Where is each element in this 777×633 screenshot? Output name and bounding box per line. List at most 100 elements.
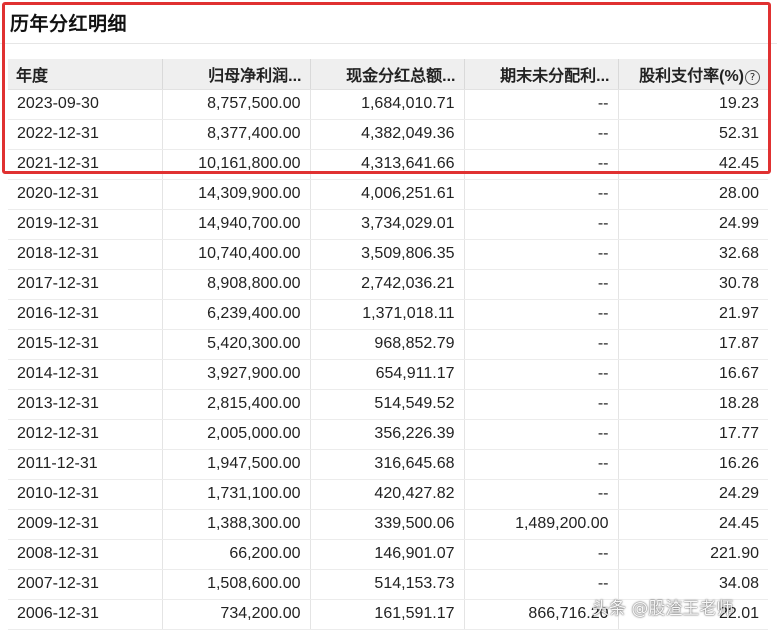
cell-cash-dividend: 4,006,251.61 [310, 179, 465, 210]
cell-year: 2011-12-31 [8, 449, 163, 480]
cell-cash-dividend: 2,742,036.21 [310, 269, 465, 300]
watermark-text: 头条 @股渣王老师 [592, 599, 734, 619]
cell-undistributed: -- [464, 179, 619, 210]
cell-year: 2014-12-31 [8, 359, 163, 390]
cell-year: 2019-12-31 [8, 209, 163, 240]
cell-undistributed: -- [464, 149, 619, 180]
table-row: 2018-12-31 10,740,400.00 3,509,806.35 -- 32.… [8, 239, 768, 270]
cell-year: 2018-12-31 [8, 239, 163, 270]
cell-year: 2020-12-31 [8, 179, 163, 210]
cell-net-profit: 6,239,400.00 [162, 299, 311, 330]
cell-net-profit: 1,947,500.00 [162, 449, 311, 480]
cell-payout-ratio: 17.77 [618, 419, 768, 450]
cell-payout-ratio: 24.99 [618, 209, 768, 240]
cell-year: 2012-12-31 [8, 419, 163, 450]
cell-net-profit: 8,377,400.00 [162, 119, 311, 150]
table-row: 2014-12-31 3,927,900.00 654,911.17 -- 16.67 [8, 359, 768, 390]
table-header-row: 年度 归母净利润... 现金分红总额... 期末未分配利... 股利支付率(%)… [8, 59, 768, 90]
cell-undistributed: -- [464, 419, 619, 450]
cell-year: 2021-12-31 [8, 149, 163, 180]
table-row: 2013-12-31 2,815,400.00 514,549.52 -- 18.28 [8, 389, 768, 420]
cell-cash-dividend: 1,684,010.71 [310, 89, 465, 120]
cell-payout-ratio: 17.87 [618, 329, 768, 360]
cell-payout-ratio: 42.45 [618, 149, 768, 180]
cell-net-profit: 1,388,300.00 [162, 509, 311, 540]
column-header-cash-dividend[interactable]: 现金分红总额... [310, 59, 465, 90]
table-row: 2010-12-31 1,731,100.00 420,427.82 -- 24.29 [8, 479, 768, 510]
cell-undistributed: -- [464, 209, 619, 240]
cell-year: 2023-09-30 [8, 89, 163, 120]
cell-undistributed: -- [464, 269, 619, 300]
cell-cash-dividend: 4,313,641.66 [310, 149, 465, 180]
cell-year: 2017-12-31 [8, 269, 163, 300]
cell-year: 2006-12-31 [8, 599, 163, 630]
table-row: 2020-12-31 14,309,900.00 4,006,251.61 -- 28.… [8, 179, 768, 210]
cell-undistributed: 1,489,200.00 [464, 509, 619, 540]
cell-payout-ratio: 19.23 [618, 89, 768, 120]
cell-net-profit: 8,757,500.00 [162, 89, 311, 120]
cell-year: 2013-12-31 [8, 389, 163, 420]
cell-cash-dividend: 146,901.07 [310, 539, 465, 570]
cell-cash-dividend: 161,591.17 [310, 599, 465, 630]
cell-year: 2016-12-31 [8, 299, 163, 330]
help-circle-icon[interactable]: ? [745, 69, 760, 85]
table-row: 2015-12-31 5,420,300.00 968,852.79 -- 17.87 [8, 329, 768, 360]
column-header-undistributed[interactable]: 期末未分配利... [464, 59, 619, 90]
cell-undistributed: -- [464, 359, 619, 390]
column-header-payout-ratio[interactable]: 股利支付率(%)? [618, 59, 768, 90]
cell-net-profit: 14,940,700.00 [162, 209, 311, 240]
cell-net-profit: 1,508,600.00 [162, 569, 311, 600]
cell-payout-ratio: 28.00 [618, 179, 768, 210]
cell-payout-ratio: 32.68 [618, 239, 768, 270]
cell-year: 2022-12-31 [8, 119, 163, 150]
cell-net-profit: 10,161,800.00 [162, 149, 311, 180]
cell-net-profit: 2,005,000.00 [162, 419, 311, 450]
cell-cash-dividend: 3,509,806.35 [310, 239, 465, 270]
cell-undistributed: -- [464, 239, 619, 270]
cell-payout-ratio: 21.97 [618, 299, 768, 330]
cell-cash-dividend: 356,226.39 [310, 419, 465, 450]
cell-net-profit: 5,420,300.00 [162, 329, 311, 360]
cell-undistributed: -- [464, 539, 619, 570]
cell-net-profit: 1,731,100.00 [162, 479, 311, 510]
cell-cash-dividend: 514,153.73 [310, 569, 465, 600]
table-row: 2012-12-31 2,005,000.00 356,226.39 -- 17.77 [8, 419, 768, 450]
cell-payout-ratio: 30.78 [618, 269, 768, 300]
cell-cash-dividend: 514,549.52 [310, 389, 465, 420]
cell-payout-ratio: 52.31 [618, 119, 768, 150]
cell-year: 2008-12-31 [8, 539, 163, 570]
cell-undistributed: -- [464, 119, 619, 150]
title-bar: 历年分红明细 [0, 0, 777, 44]
table-body: 2023-09-30 8,757,500.00 1,684,010.71 -- 19.2… [8, 89, 768, 630]
column-header-net-profit[interactable]: 归母净利润... [162, 59, 311, 90]
cell-undistributed: -- [464, 449, 619, 480]
table-row: 2019-12-31 14,940,700.00 3,734,029.01 -- 24.… [8, 209, 768, 240]
column-header-year[interactable]: 年度 [8, 59, 163, 90]
cell-payout-ratio: 18.28 [618, 389, 768, 420]
dividend-history-page: 历年分红明细 年度 归母净利润... 现金分红总额... 期末未分配利... 股… [0, 0, 777, 633]
table-row: 2008-12-31 66,200.00 146,901.07 -- 221.90 [8, 539, 768, 570]
cell-cash-dividend: 316,645.68 [310, 449, 465, 480]
cell-cash-dividend: 3,734,029.01 [310, 209, 465, 240]
table-row: 2017-12-31 8,908,800.00 2,742,036.21 -- 30.7… [8, 269, 768, 300]
table-row: 2022-12-31 8,377,400.00 4,382,049.36 -- 52.3… [8, 119, 768, 150]
cell-cash-dividend: 1,371,018.11 [310, 299, 465, 330]
dividend-table: 年度 归母净利润... 现金分红总额... 期末未分配利... 股利支付率(%)… [8, 59, 768, 630]
cell-net-profit: 10,740,400.00 [162, 239, 311, 270]
cell-payout-ratio: 16.67 [618, 359, 768, 390]
cell-undistributed: -- [464, 299, 619, 330]
table-row: 2009-12-31 1,388,300.00 339,500.06 1,489,20… [8, 509, 768, 540]
table-row: 2023-09-30 8,757,500.00 1,684,010.71 -- 19.2… [8, 89, 768, 120]
cell-net-profit: 2,815,400.00 [162, 389, 311, 420]
cell-payout-ratio: 16.26 [618, 449, 768, 480]
cell-undistributed: -- [464, 89, 619, 120]
cell-net-profit: 734,200.00 [162, 599, 311, 630]
cell-cash-dividend: 968,852.79 [310, 329, 465, 360]
table-row: 2021-12-31 10,161,800.00 4,313,641.66 -- 42.… [8, 149, 768, 180]
cell-cash-dividend: 654,911.17 [310, 359, 465, 390]
cell-net-profit: 3,927,900.00 [162, 359, 311, 390]
cell-undistributed: -- [464, 329, 619, 360]
cell-undistributed: -- [464, 479, 619, 510]
page-title: 历年分红明细 [10, 13, 128, 35]
table-row: 2016-12-31 6,239,400.00 1,371,018.11 -- 21.9… [8, 299, 768, 330]
